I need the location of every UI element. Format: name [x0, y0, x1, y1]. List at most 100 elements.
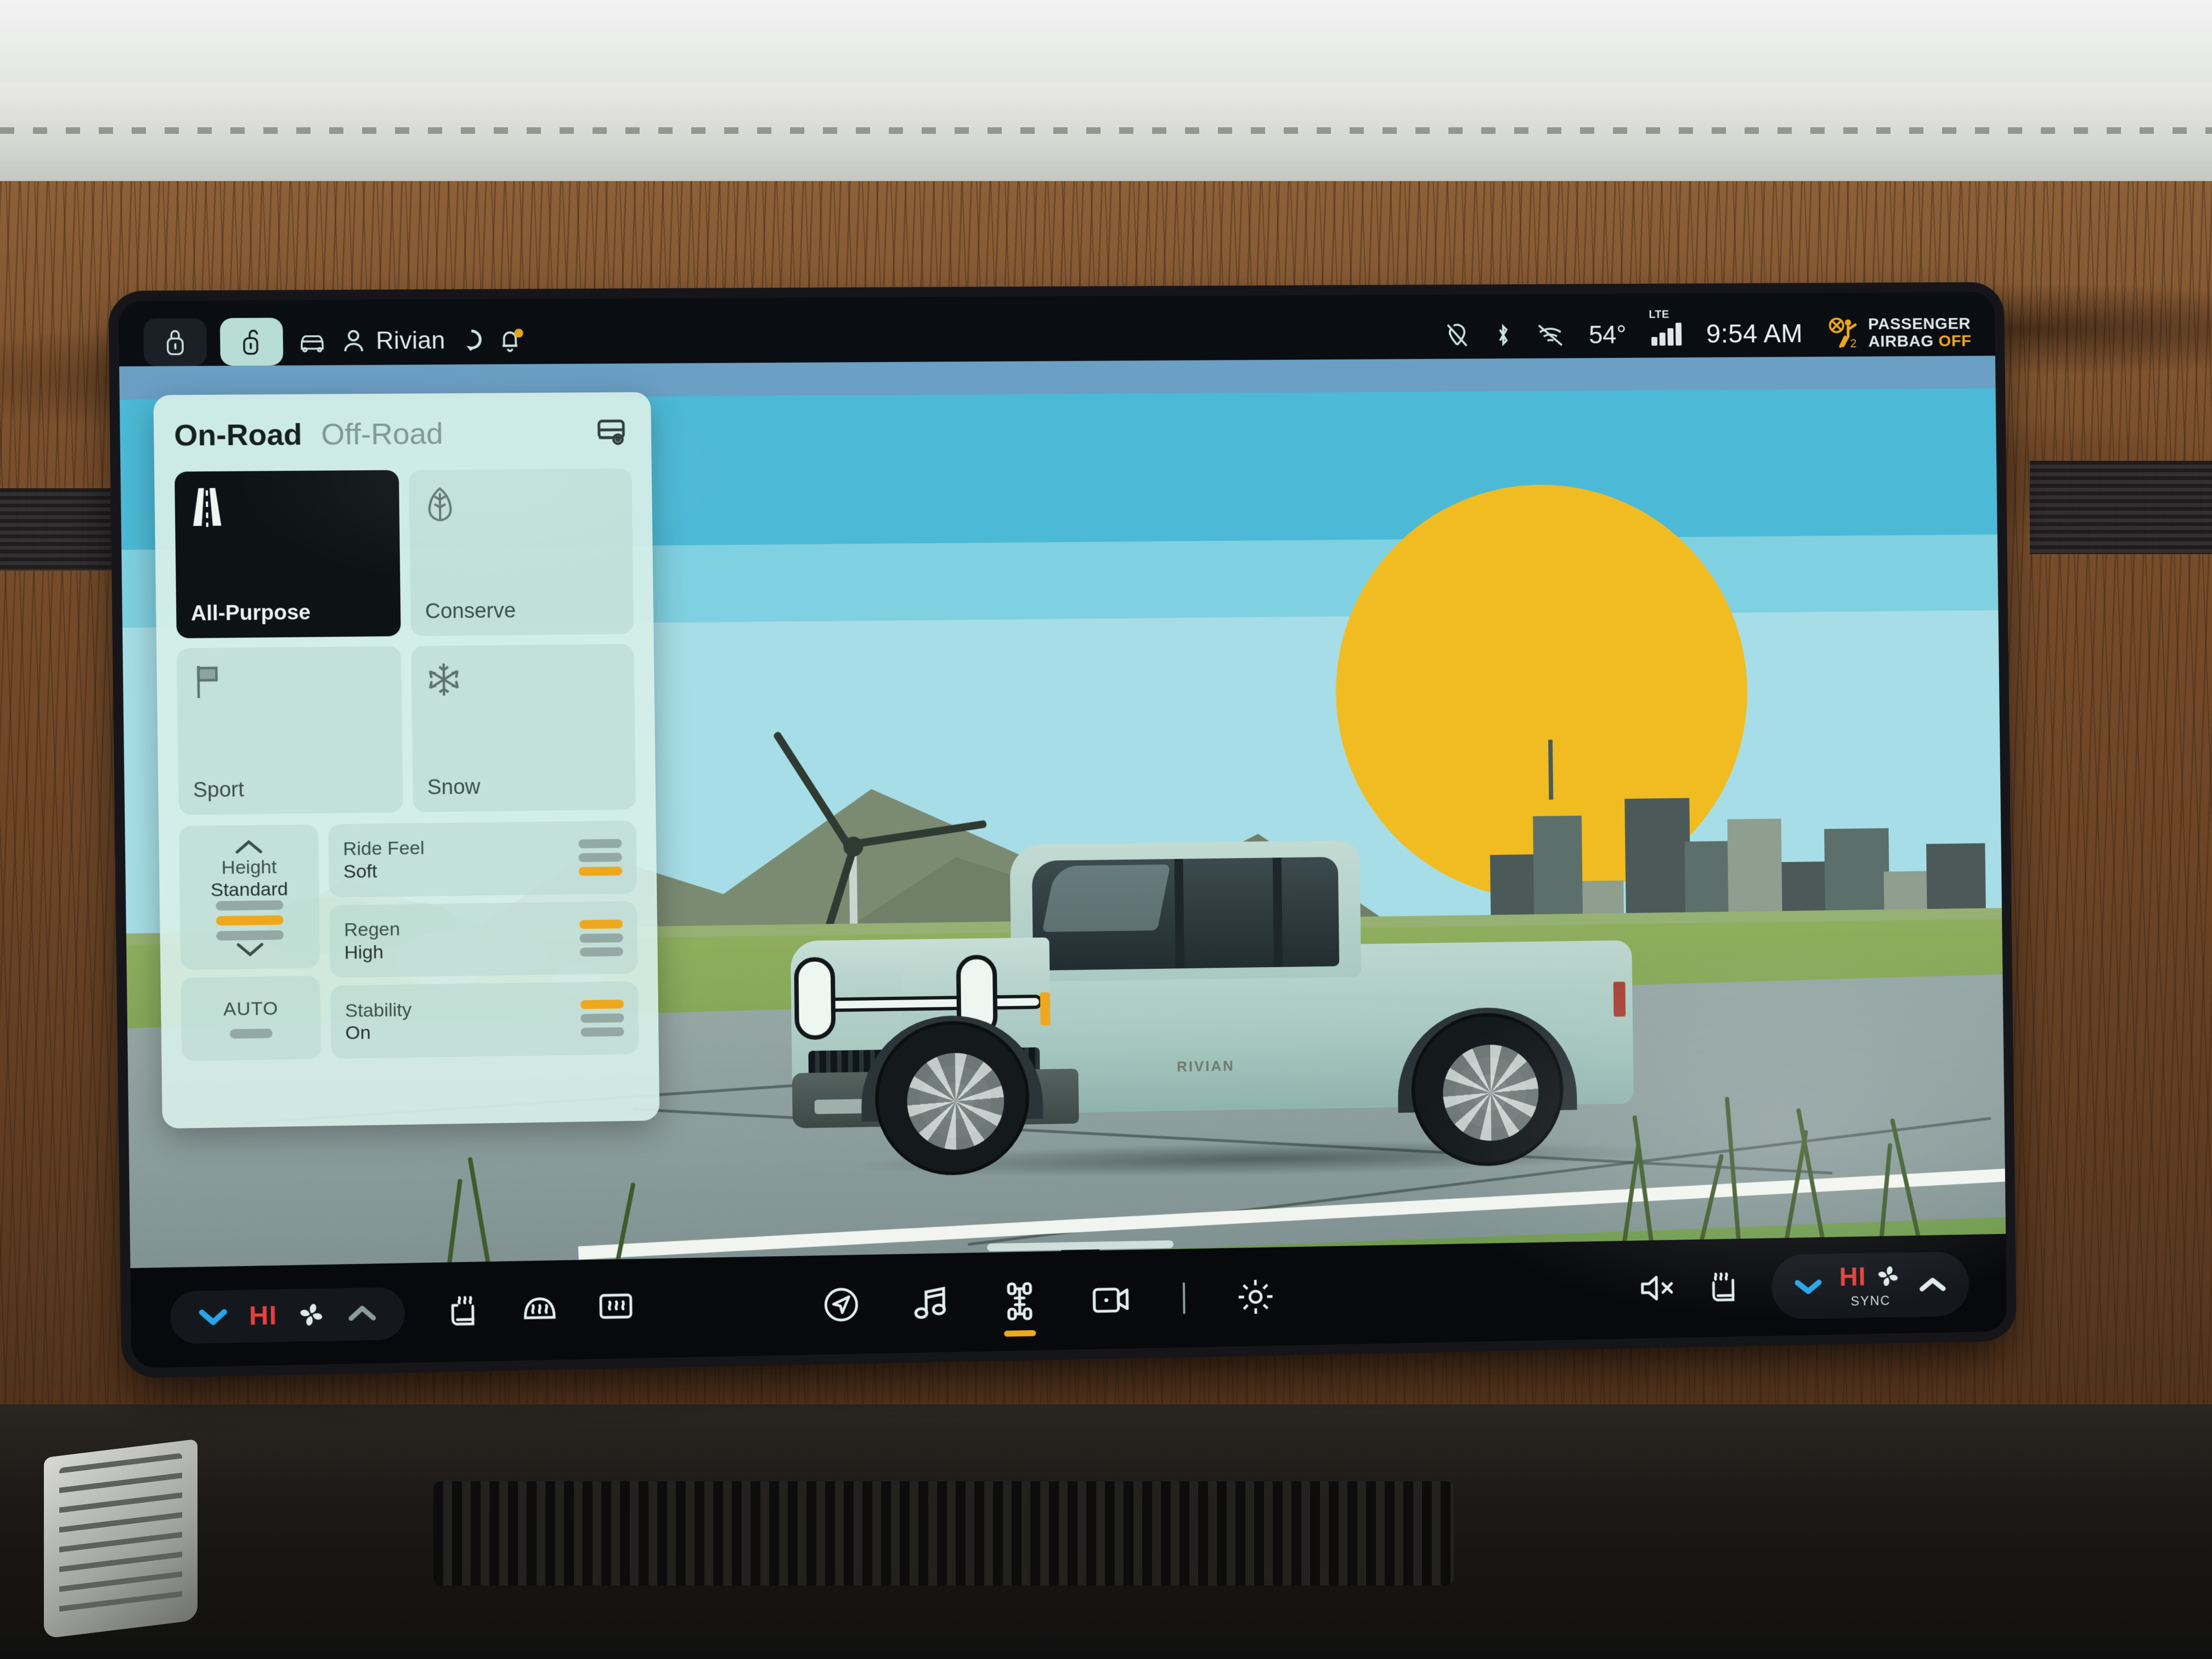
lock-open-icon — [240, 328, 263, 357]
front-defrost-button[interactable] — [518, 1290, 561, 1330]
segment-active[interactable] — [579, 919, 623, 929]
driver-temp-value: HI — [249, 1300, 278, 1331]
mode-tile-conserve[interactable]: Conserve — [409, 468, 634, 636]
height-segment[interactable] — [216, 900, 284, 911]
mode-label: Conserve — [425, 599, 516, 624]
segment[interactable] — [580, 1027, 624, 1037]
accelerator-pedal — [44, 1438, 198, 1639]
center-dock-icons — [821, 1276, 1276, 1337]
passenger-heated-seat-button[interactable] — [1705, 1267, 1744, 1310]
driver-heated-seat-button[interactable] — [443, 1290, 484, 1334]
chevron-down-icon[interactable] — [234, 940, 267, 959]
lock-closed-icon — [163, 328, 187, 357]
drive-chassis-icon — [1000, 1280, 1040, 1322]
status-bar: Rivian 54° LTE 9:54 AM 2 PASSENGER AIRBA… — [119, 292, 1995, 384]
mode-tile-snow[interactable]: Snow — [411, 644, 636, 812]
music-icon — [912, 1283, 950, 1323]
chevron-up-icon[interactable] — [233, 837, 266, 856]
wheel-spokes — [906, 1052, 1005, 1151]
trailer-icon — [594, 416, 631, 447]
ring-icon — [459, 328, 484, 354]
fan-icon — [1878, 1266, 1898, 1286]
chevron-up-icon[interactable] — [1917, 1274, 1948, 1294]
snowflake-icon — [426, 660, 462, 699]
assistant-button[interactable] — [459, 328, 484, 354]
signal-bar — [1659, 332, 1666, 346]
wheel-spokes — [1442, 1044, 1539, 1142]
pedal-ribs — [59, 1453, 182, 1625]
mode-label: Sport — [193, 778, 245, 802]
height-title: Height — [221, 856, 277, 879]
center-touchscreen[interactable]: RIVIAN Rivian 54° LTE 9:54 AM 2 PASSENGE… — [118, 291, 2007, 1368]
ride-height-control[interactable]: Height Standard — [179, 824, 320, 970]
dashboard-stitching — [0, 127, 2212, 134]
mode-tile-sport[interactable]: Sport — [177, 646, 403, 815]
rear-defrost-button[interactable] — [595, 1289, 637, 1329]
segment[interactable] — [579, 947, 623, 957]
settings-button[interactable] — [1235, 1276, 1276, 1317]
segment[interactable] — [580, 1013, 624, 1023]
left-dock-icons — [443, 1288, 636, 1334]
cellular-signal-indicator: LTE — [1649, 309, 1682, 346]
window-reflection — [1042, 864, 1171, 932]
mode-tile-all-purpose[interactable]: All-Purpose — [174, 470, 401, 639]
segment[interactable] — [579, 933, 623, 943]
signal-bar — [1651, 337, 1657, 346]
sync-label[interactable]: SYNC — [1850, 1293, 1891, 1309]
chevron-down-icon[interactable] — [1793, 1277, 1823, 1296]
drive-controls: Height Standard AUTO Ride Feel Soft Rege… — [179, 820, 639, 1062]
auto-indicator — [229, 1029, 273, 1039]
camera-button[interactable] — [1090, 1282, 1133, 1317]
height-segment[interactable] — [216, 930, 284, 941]
regen-title: Regen — [343, 918, 400, 941]
regen-segments — [579, 919, 623, 957]
gear-icon — [1235, 1276, 1276, 1317]
leaf-icon — [424, 484, 456, 526]
clock: 9:54 AM — [1706, 319, 1803, 349]
location-off-indicator — [1444, 323, 1470, 348]
segment[interactable] — [578, 853, 622, 862]
tab-on-road[interactable]: On-Road — [174, 417, 302, 453]
auto-label: AUTO — [223, 998, 279, 1020]
tail-light — [1613, 981, 1626, 1017]
notifications-button[interactable] — [498, 328, 523, 353]
chevron-up-icon[interactable] — [345, 1304, 379, 1324]
dock-divider — [1182, 1282, 1186, 1314]
passenger-temp-value: HI — [1839, 1262, 1866, 1292]
segment[interactable] — [578, 839, 622, 849]
mode-label: All-Purpose — [190, 601, 311, 625]
segment-active[interactable] — [578, 866, 623, 876]
stability-setting[interactable]: Stability On — [330, 981, 639, 1059]
wifi-off-indicator — [1537, 323, 1564, 347]
airbag-state: OFF — [1938, 332, 1972, 351]
stability-segments — [580, 1000, 624, 1037]
drive-mode-panel: On-Road Off-Road All-Purpose Conserve Sp… — [153, 392, 660, 1129]
ride-feel-title: Ride Feel — [343, 837, 425, 860]
active-tab-indicator — [1004, 1330, 1036, 1337]
signal-bar — [1675, 323, 1682, 346]
driver-climate-control[interactable]: HI — [170, 1286, 405, 1344]
mute-button[interactable] — [1638, 1271, 1678, 1307]
tab-off-road[interactable]: Off-Road — [321, 416, 443, 452]
height-segment-active[interactable] — [216, 915, 284, 926]
ride-feel-setting[interactable]: Ride Feel Soft — [328, 820, 637, 898]
headlight-left — [794, 957, 836, 1040]
regen-setting[interactable]: Regen High — [329, 901, 638, 978]
chevron-down-icon[interactable] — [196, 1306, 230, 1327]
heated-seat-icon — [1705, 1267, 1744, 1307]
navigation-button[interactable] — [821, 1284, 861, 1325]
lock-closed-button[interactable] — [143, 318, 207, 366]
airbag-off-icon: 2 — [1827, 316, 1861, 351]
segment-active[interactable] — [580, 1000, 624, 1009]
music-button[interactable] — [912, 1283, 950, 1323]
drive-chassis-button[interactable] — [1000, 1280, 1040, 1337]
lock-open-button[interactable] — [219, 318, 284, 366]
navigation-icon — [821, 1284, 861, 1325]
passenger-climate-control[interactable]: HI SYNC — [1771, 1251, 1970, 1319]
bluetooth-icon — [1494, 322, 1512, 348]
towing-mode-button[interactable] — [594, 416, 631, 449]
auto-height-button[interactable]: AUTO — [180, 975, 321, 1062]
driver-profile-button[interactable]: Rivian — [341, 327, 445, 355]
road-icon — [193, 486, 222, 528]
car-status-button[interactable] — [296, 328, 328, 356]
